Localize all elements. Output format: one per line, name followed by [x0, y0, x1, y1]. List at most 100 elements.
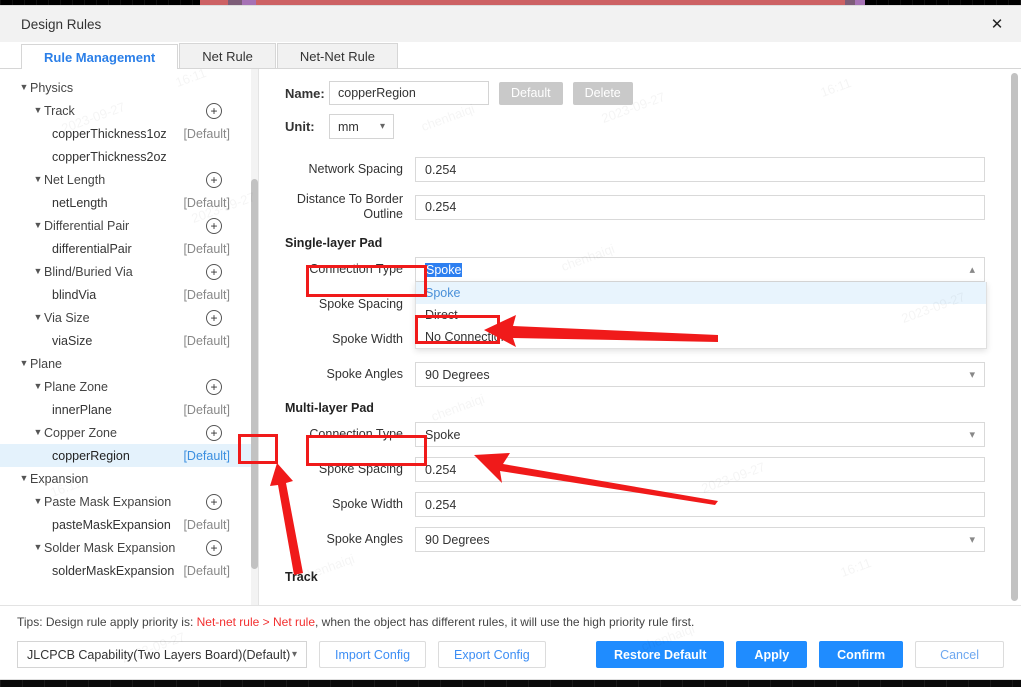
- add-rule-icon[interactable]: +: [206, 217, 222, 234]
- add-rule-icon[interactable]: +: [206, 171, 222, 188]
- delete-button[interactable]: Delete: [572, 81, 633, 105]
- tree-item-netlength[interactable]: netLength [Default]: [0, 191, 258, 214]
- tree-item-net-length[interactable]: ▼ Net Length +: [0, 168, 258, 191]
- dropdown-option-no-connection[interactable]: No Connection: [416, 326, 986, 348]
- detail-scrollbar-thumb[interactable]: [1011, 73, 1018, 601]
- capability-config-select[interactable]: JLCPCB Capability(Two Layers Board)(Defa…: [17, 641, 307, 668]
- tree-item-plane[interactable]: ▼ Plane: [0, 352, 258, 375]
- dropdown-option-direct[interactable]: Direct: [416, 304, 986, 326]
- add-rule-icon[interactable]: +: [206, 263, 222, 280]
- caret-down-icon[interactable]: ▼: [32, 428, 44, 437]
- tree-item-copperthickness2oz[interactable]: copperThickness2oz: [0, 145, 258, 168]
- import-config-button[interactable]: Import Config: [319, 641, 427, 668]
- tree-item-track[interactable]: ▼ Track +: [0, 99, 258, 122]
- single-connection-type-label: Connection Type: [309, 262, 403, 276]
- cancel-button[interactable]: Cancel: [915, 641, 1004, 668]
- caret-down-icon[interactable]: ▼: [32, 382, 44, 391]
- tree-item-differential-pair[interactable]: ▼ Differential Pair +: [0, 214, 258, 237]
- caret-down-icon[interactable]: ▼: [32, 106, 44, 115]
- unit-select-value: mm: [338, 119, 359, 134]
- design-rules-dialog: Design Rules ✕ Rule Management Net Rule …: [0, 6, 1021, 679]
- tree-item-label: Blind/Buried Via: [44, 264, 133, 279]
- dropdown-option-spoke[interactable]: Spoke: [416, 282, 986, 304]
- apply-button[interactable]: Apply: [736, 641, 808, 668]
- tree-item-default-tag: [Default]: [183, 241, 230, 256]
- add-rule-icon[interactable]: +: [206, 539, 222, 556]
- single-connection-type-value: Spoke: [425, 262, 463, 277]
- tree-item-paste-mask-expansion[interactable]: ▼ Paste Mask Expansion +: [0, 490, 258, 513]
- tree-item-label: Net Length: [44, 172, 106, 187]
- caret-down-icon[interactable]: ▼: [18, 474, 30, 483]
- multi-spoke-spacing-input[interactable]: 0.254: [415, 457, 985, 482]
- tree-item-plane-zone[interactable]: ▼ Plane Zone +: [0, 375, 258, 398]
- caret-down-icon[interactable]: ▼: [32, 221, 44, 230]
- export-config-button[interactable]: Export Config: [438, 641, 546, 668]
- tree-item-blind-buried-via[interactable]: ▼ Blind/Buried Via +: [0, 260, 258, 283]
- tab-net-net-rule[interactable]: Net-Net Rule: [276, 43, 398, 68]
- confirm-button[interactable]: Confirm: [819, 641, 904, 668]
- add-rule-icon[interactable]: +: [206, 309, 222, 326]
- tree-item-pastemaskexpansion[interactable]: pasteMaskExpansion [Default]: [0, 513, 258, 536]
- caret-down-icon[interactable]: ▼: [32, 313, 44, 322]
- tree-item-viasize[interactable]: viaSize [Default]: [0, 329, 258, 352]
- caret-down-icon[interactable]: ▼: [32, 497, 44, 506]
- tab-net-rule[interactable]: Net Rule: [179, 43, 276, 68]
- caret-down-icon[interactable]: ▼: [18, 359, 30, 368]
- tab-rule-management[interactable]: Rule Management: [21, 44, 179, 69]
- tree-item-label: Track: [44, 103, 75, 118]
- tree-item-copperthickness1oz[interactable]: copperThickness1oz [Default]: [0, 122, 258, 145]
- close-icon[interactable]: ✕: [987, 14, 1007, 34]
- tree-item-label: innerPlane: [52, 402, 112, 417]
- add-rule-icon[interactable]: +: [206, 378, 222, 395]
- add-rule-icon[interactable]: +: [206, 424, 222, 441]
- chevron-down-icon: ▾: [379, 121, 385, 132]
- distance-border-row: Distance To Border Outline 0.254: [285, 192, 985, 222]
- caret-down-icon[interactable]: ▼: [32, 267, 44, 276]
- tree-item-via-size[interactable]: ▼ Via Size +: [0, 306, 258, 329]
- single-spoke-angles-select[interactable]: 90 Degrees ▾: [415, 362, 985, 387]
- tree-item-label: Via Size: [44, 310, 90, 325]
- name-input[interactable]: copperRegion: [329, 81, 489, 105]
- distance-border-input[interactable]: 0.254: [415, 194, 985, 220]
- tree-item-label: copperThickness1oz: [52, 126, 167, 141]
- connection-type-dropdown-menu[interactable]: Spoke Direct No Connection: [415, 282, 987, 349]
- tree-item-label: solderMaskExpansion: [52, 563, 175, 578]
- tree-item-default-tag: [Default]: [183, 402, 230, 417]
- caret-down-icon[interactable]: ▼: [18, 83, 30, 92]
- tree-item-label: pasteMaskExpansion: [52, 517, 171, 532]
- tree-item-label: differentialPair: [52, 241, 132, 256]
- chevron-down-icon: ▾: [291, 649, 297, 660]
- tree-item-copperregion[interactable]: copperRegion [Default]: [0, 444, 258, 467]
- network-spacing-input[interactable]: 0.254: [415, 157, 985, 182]
- tree-item-label: Expansion: [30, 471, 89, 486]
- add-rule-icon[interactable]: +: [206, 102, 222, 119]
- tree-item-label: Copper Zone: [44, 425, 117, 440]
- tree-item-differentialpair[interactable]: differentialPair [Default]: [0, 237, 258, 260]
- unit-select[interactable]: mm ▾: [329, 114, 394, 139]
- tree-item-copper-zone[interactable]: ▼ Copper Zone +: [0, 421, 258, 444]
- caret-down-icon[interactable]: ▼: [32, 175, 44, 184]
- default-button[interactable]: Default: [499, 81, 563, 105]
- name-row: Name: copperRegion Default Delete: [285, 81, 985, 105]
- multi-spoke-angles-value: 90 Degrees: [425, 532, 490, 547]
- tree-item-soldermaskexpansion[interactable]: solderMaskExpansion [Default]: [0, 559, 258, 582]
- tree-item-expansion[interactable]: ▼ Expansion: [0, 467, 258, 490]
- sidebar-scrollbar-thumb[interactable]: [251, 179, 258, 569]
- tree-item-default-tag: [Default]: [183, 563, 230, 578]
- multi-connection-type-select[interactable]: Spoke ▾: [415, 422, 985, 447]
- sidebar-scrollbar-track[interactable]: [251, 69, 258, 605]
- detail-scrollbar-track[interactable]: [1011, 73, 1018, 601]
- tree-item-innerplane[interactable]: innerPlane [Default]: [0, 398, 258, 421]
- single-spoke-width-label: Spoke Width: [332, 332, 403, 346]
- multi-spoke-width-input[interactable]: 0.254: [415, 492, 985, 517]
- track-section-title: Track: [285, 570, 318, 584]
- restore-default-button[interactable]: Restore Default: [596, 641, 725, 668]
- caret-down-icon[interactable]: ▼: [32, 543, 44, 552]
- tree-item-blindvia[interactable]: blindVia [Default]: [0, 283, 258, 306]
- tree-item-solder-mask-expansion[interactable]: ▼ Solder Mask Expansion +: [0, 536, 258, 559]
- single-connection-type-combo[interactable]: Spoke ▴ Spoke Direct No Connection: [415, 257, 987, 349]
- add-rule-icon[interactable]: +: [206, 493, 222, 510]
- multi-spoke-angles-select[interactable]: 90 Degrees ▾: [415, 527, 985, 552]
- single-connection-type-input[interactable]: Spoke ▴: [415, 257, 985, 282]
- tree-item-physics[interactable]: ▼ Physics: [0, 76, 258, 99]
